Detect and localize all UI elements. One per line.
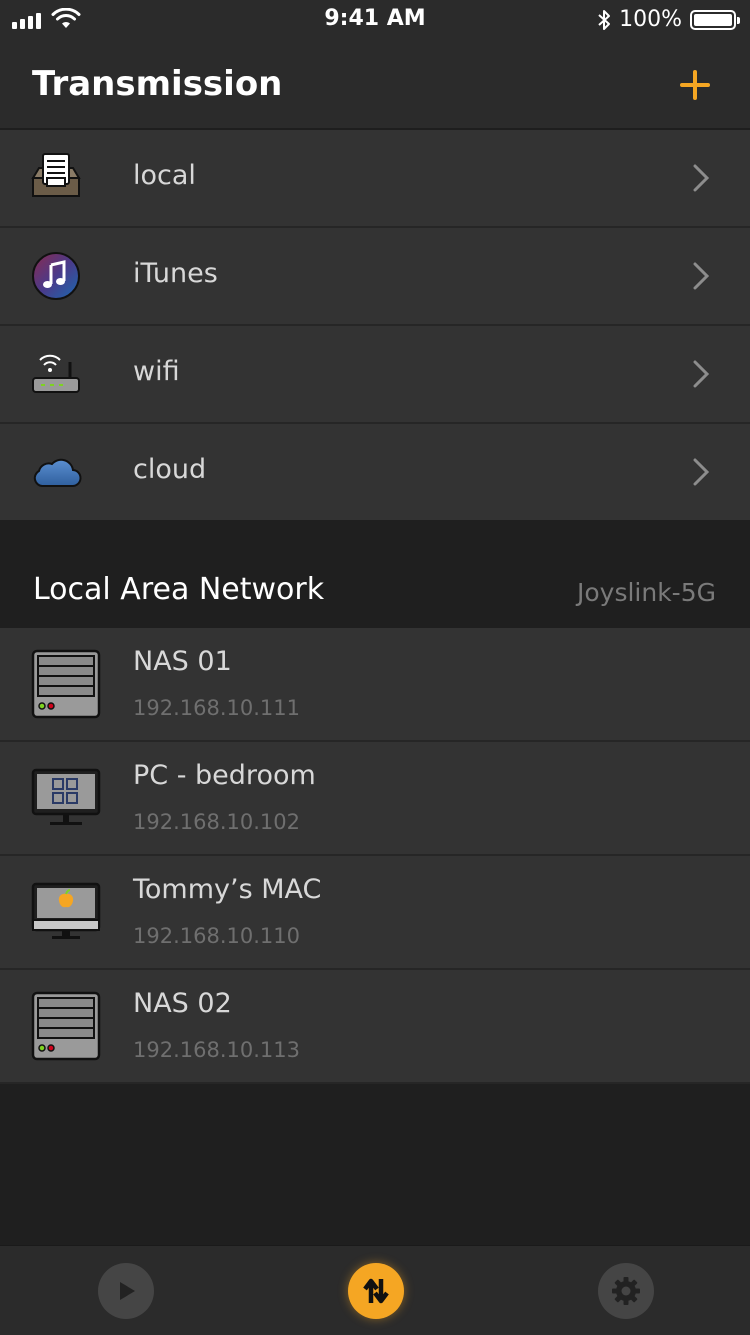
- device-ip: 192.168.10.111: [133, 696, 300, 720]
- device-name: Tommy’s MAC: [133, 874, 322, 905]
- navigation-bar: Transmission: [0, 40, 750, 130]
- source-label: iTunes: [133, 258, 218, 289]
- inbox-document-icon: [31, 153, 81, 197]
- source-label: cloud: [133, 454, 207, 485]
- network-name: Joyslink-5G: [576, 578, 716, 607]
- device-ip: 192.168.10.113: [133, 1038, 300, 1062]
- source-item-local[interactable]: local: [0, 130, 750, 228]
- status-bar: 9:41 AM 100%: [0, 0, 750, 40]
- chevron-right-icon: [693, 458, 710, 486]
- section-title: Local Area Network: [33, 572, 325, 607]
- windows-pc-icon: [31, 768, 101, 825]
- tab-play[interactable]: [98, 1263, 154, 1319]
- device-item-tommys-mac[interactable]: Tommy’s MAC 192.168.10.110: [0, 856, 750, 970]
- tab-bar: [0, 1245, 750, 1335]
- source-label: local: [133, 160, 196, 191]
- chevron-right-icon: [693, 164, 710, 192]
- tab-settings[interactable]: [598, 1263, 654, 1319]
- cloud-icon: [33, 458, 82, 487]
- page-title: Transmission: [32, 64, 283, 104]
- nas-server-icon: [31, 991, 101, 1061]
- source-list: local iTunes wifi cloud: [0, 130, 750, 522]
- gear-icon: [612, 1277, 640, 1305]
- device-item-nas-02[interactable]: NAS 02 192.168.10.113: [0, 970, 750, 1084]
- battery-icon: [690, 9, 740, 30]
- status-right: 100%: [597, 7, 740, 32]
- source-item-wifi[interactable]: wifi: [0, 326, 750, 424]
- nas-server-icon: [31, 649, 101, 719]
- device-ip: 192.168.10.102: [133, 810, 300, 834]
- source-label: wifi: [133, 356, 180, 387]
- device-item-nas-01[interactable]: NAS 01 192.168.10.111: [0, 628, 750, 742]
- source-item-cloud[interactable]: cloud: [0, 424, 750, 522]
- device-name: NAS 01: [133, 646, 232, 677]
- play-icon: [120, 1282, 135, 1300]
- device-ip: 192.168.10.110: [133, 924, 300, 948]
- wifi-router-icon: [32, 354, 80, 393]
- device-list: NAS 01 192.168.10.111 PC - bedroom 192.1…: [0, 628, 750, 1084]
- chevron-right-icon: [693, 360, 710, 388]
- mac-computer-icon: [31, 882, 101, 939]
- transfer-arrows-icon: [363, 1278, 389, 1304]
- lan-section-header: Local Area Network Joyslink-5G: [0, 520, 750, 628]
- device-name: PC - bedroom: [133, 760, 316, 791]
- battery-percent: 100%: [619, 7, 682, 32]
- add-button[interactable]: [678, 68, 712, 102]
- tab-transfer[interactable]: [348, 1263, 404, 1319]
- source-item-itunes[interactable]: iTunes: [0, 228, 750, 326]
- itunes-music-icon: [32, 252, 80, 300]
- device-name: NAS 02: [133, 988, 232, 1019]
- bluetooth-icon: [598, 9, 611, 30]
- chevron-right-icon: [693, 262, 710, 290]
- device-item-pc-bedroom[interactable]: PC - bedroom 192.168.10.102: [0, 742, 750, 856]
